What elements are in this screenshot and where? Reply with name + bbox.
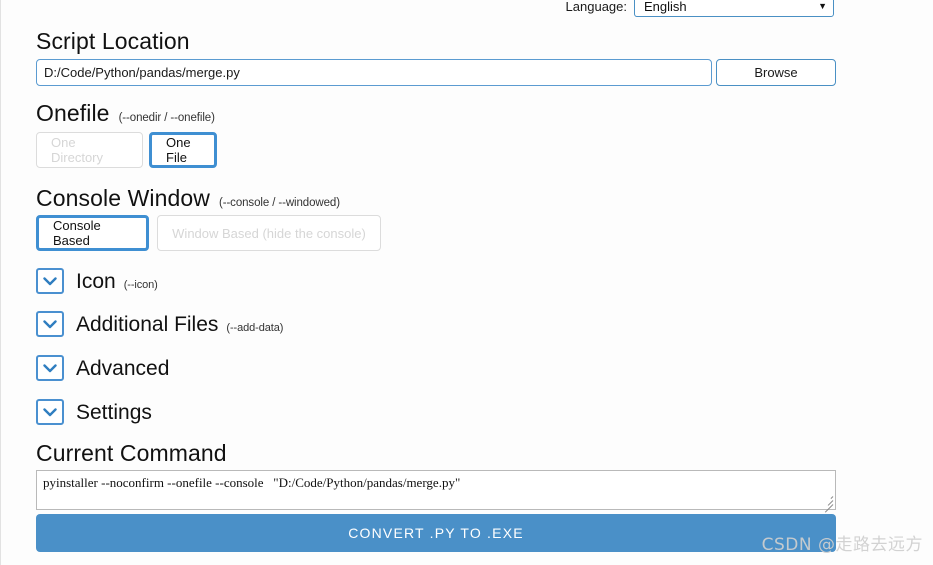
section-additional-files[interactable]: Additional Files (--add-data) [36, 311, 283, 337]
browse-button-label: Browse [754, 65, 798, 80]
one-directory-button[interactable]: One Directory [36, 132, 143, 168]
chevron-down-icon[interactable] [36, 399, 64, 425]
chevron-down-icon[interactable] [36, 311, 64, 337]
current-command-textarea[interactable] [36, 470, 836, 510]
section-additional-files-flag: (--add-data) [226, 321, 284, 334]
onefile-title: Onefile [36, 100, 110, 126]
console-based-label: Console Based [53, 218, 101, 248]
current-command-heading: Current Command [36, 442, 227, 465]
convert-button[interactable]: CONVERT .PY TO .EXE [36, 514, 836, 552]
chevron-down-icon[interactable] [36, 268, 64, 294]
one-file-label: One File [166, 135, 191, 165]
section-advanced-labelgroup: Advanced [76, 358, 169, 379]
one-file-button[interactable]: One File [149, 132, 217, 168]
section-icon-label: Icon [76, 269, 116, 293]
one-directory-label: One Directory [51, 135, 104, 165]
section-icon-flag: (--icon) [123, 278, 158, 291]
section-settings-label: Settings [76, 400, 152, 424]
section-icon-labelgroup: Icon (--icon) [76, 271, 158, 292]
console-window-flag: (--console / --windowed) [218, 197, 340, 209]
chevron-down-icon: ▼ [818, 1, 827, 11]
onefile-flag: (--onedir / --onefile) [118, 112, 215, 124]
section-settings[interactable]: Settings [36, 399, 152, 425]
convert-button-label: CONVERT .PY TO .EXE [348, 525, 524, 541]
section-icon[interactable]: Icon (--icon) [36, 268, 158, 294]
section-additional-files-label: Additional Files [76, 312, 219, 336]
app-window: Language: English ▼ Script Location Brow… [0, 0, 933, 565]
console-window-heading: Console Window (--console / --windowed) [36, 187, 340, 210]
script-location-title: Script Location [36, 28, 190, 54]
section-advanced[interactable]: Advanced [36, 355, 169, 381]
console-based-button[interactable]: Console Based [36, 215, 149, 251]
browse-button[interactable]: Browse [716, 59, 836, 86]
language-select[interactable]: English ▼ [634, 0, 834, 17]
section-additional-files-labelgroup: Additional Files (--add-data) [76, 314, 283, 335]
language-selected-value: English [644, 0, 687, 14]
window-based-label: Window Based (hide the console) [172, 225, 366, 241]
console-window-title: Console Window [36, 185, 210, 211]
section-settings-labelgroup: Settings [76, 402, 152, 423]
window-based-button[interactable]: Window Based (hide the console) [157, 215, 381, 251]
language-bar: Language: English ▼ [566, 0, 834, 17]
chevron-down-icon[interactable] [36, 355, 64, 381]
language-label: Language: [565, 0, 627, 14]
script-location-heading: Script Location [36, 30, 190, 53]
onefile-heading: Onefile (--onedir / --onefile) [36, 102, 215, 125]
section-advanced-label: Advanced [76, 356, 170, 380]
script-location-input[interactable] [36, 59, 712, 86]
current-command-title: Current Command [36, 440, 227, 466]
